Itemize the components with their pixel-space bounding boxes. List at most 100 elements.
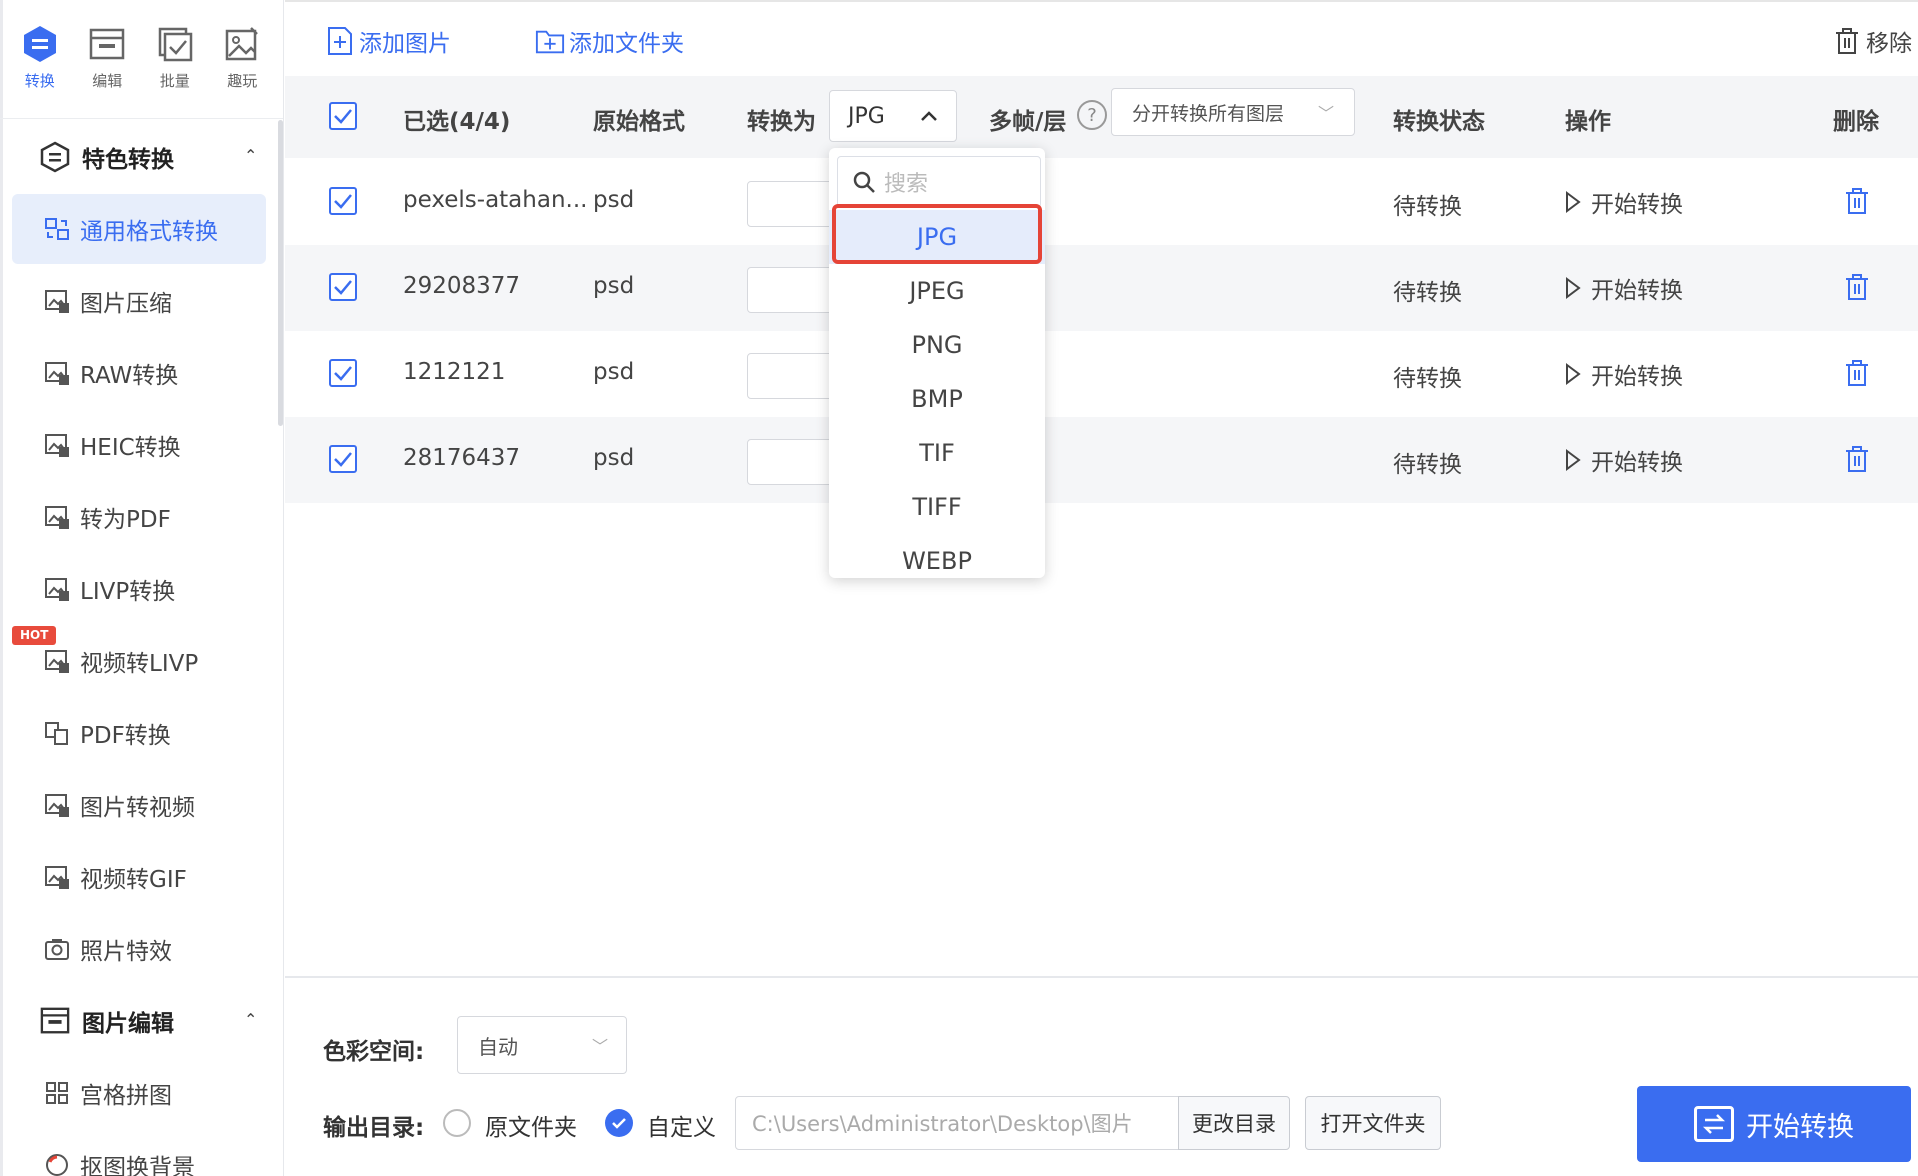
add-folder-icon	[535, 26, 565, 56]
row-start-label: 开始转换	[1591, 192, 1683, 218]
tab-edit[interactable]: 编辑	[74, 24, 142, 104]
open-folder-button[interactable]: 打开文件夹	[1305, 1096, 1441, 1150]
output-path-input[interactable]: C:\Users\Administrator\Desktop\图片	[735, 1096, 1181, 1150]
play-icon	[1565, 363, 1581, 385]
search-icon	[852, 170, 876, 194]
row-checkbox[interactable]	[329, 187, 357, 215]
batch-icon	[155, 24, 195, 64]
help-icon[interactable]: ?	[1077, 100, 1107, 130]
bottom-panel: 色彩空间: 自动 ﹀ 输出目录: 原文件夹 自定义 C:\Users\Admin…	[285, 976, 1918, 1176]
row-start-button[interactable]: 开始转换	[1565, 271, 1683, 305]
convert-all-icon	[1694, 1106, 1734, 1142]
add-image-label: 添加图片	[359, 31, 451, 57]
sidebar-item-grid-puzzle[interactable]: 宫格拼图	[12, 1058, 266, 1128]
row-delete-icon[interactable]	[1842, 185, 1872, 217]
dropdown-option-bmp[interactable]: BMP	[829, 372, 1045, 426]
tab-batch[interactable]: 批量	[141, 24, 209, 104]
header-multi-frame: 多帧/层	[989, 109, 1067, 135]
collapse-icon[interactable]: ⌃	[244, 146, 257, 165]
gif-icon	[44, 864, 70, 890]
pdf-convert-icon	[44, 720, 70, 746]
select-all-checkbox[interactable]	[329, 102, 357, 130]
radio-original-label: 原文件夹	[485, 1115, 577, 1141]
sidebar-item-compress[interactable]: 图片压缩	[12, 266, 266, 336]
format-icon	[44, 216, 70, 242]
row-status: 待转换	[1393, 280, 1462, 306]
row-status: 待转换	[1393, 194, 1462, 220]
row-status: 待转换	[1393, 452, 1462, 478]
dropdown-option-jpg[interactable]: JPG	[829, 210, 1045, 264]
sidebar-item-heic[interactable]: HEIC转换	[12, 410, 266, 480]
trash-icon	[1834, 27, 1860, 55]
row-format-select[interactable]	[747, 267, 837, 313]
row-start-label: 开始转换	[1591, 450, 1683, 476]
section-special-convert[interactable]: 特色转换	[40, 140, 174, 174]
radio-custom-folder[interactable]	[605, 1109, 633, 1137]
sidebar-item-to-pdf[interactable]: 转为PDF	[12, 482, 266, 552]
table-row: 28176437 psd 待转换 开始转换	[285, 417, 1918, 503]
dropdown-option-jpeg[interactable]: JPEG	[829, 264, 1045, 318]
sidebar-item-format-convert[interactable]: 通用格式转换	[12, 194, 266, 264]
sidebar-item-image-video[interactable]: 图片转视频	[12, 770, 266, 840]
row-format-select[interactable]	[747, 181, 837, 227]
sidebar-item-label: 照片特效	[80, 939, 172, 965]
row-start-button[interactable]: 开始转换	[1565, 357, 1683, 391]
change-dir-button[interactable]: 更改目录	[1178, 1096, 1290, 1150]
layer-mode-select[interactable]: 分开转换所有图层 ﹀	[1111, 88, 1355, 136]
row-format-select[interactable]	[747, 353, 837, 399]
dropdown-option-tiff[interactable]: TIFF	[829, 480, 1045, 534]
row-start-button[interactable]: 开始转换	[1565, 443, 1683, 477]
file-name: 29208377	[403, 273, 521, 299]
row-checkbox[interactable]	[329, 445, 357, 473]
row-delete-icon[interactable]	[1842, 443, 1872, 475]
sidebar-item-label: 宫格拼图	[80, 1083, 172, 1109]
radio-original-folder[interactable]	[443, 1109, 471, 1137]
sidebar-item-label: PDF转换	[80, 723, 171, 749]
edit-icon	[87, 24, 127, 64]
tab-fun[interactable]: 趣玩	[209, 24, 277, 104]
cutout-icon	[44, 1152, 70, 1176]
dropdown-option-webp[interactable]: WEBP	[829, 534, 1045, 578]
row-delete-icon[interactable]	[1842, 271, 1872, 303]
collapse-icon[interactable]: ⌃	[244, 1010, 257, 1029]
raw-icon	[44, 360, 70, 386]
sidebar-item-video-gif[interactable]: 视频转GIF	[12, 842, 266, 912]
special-convert-icon	[40, 141, 70, 173]
convert-format-select[interactable]: JPG	[829, 90, 957, 142]
video-livp-icon	[44, 648, 70, 674]
sidebar-item-livp[interactable]: LIVP转换	[12, 554, 266, 624]
tab-edit-label: 编辑	[92, 72, 123, 90]
row-format-select[interactable]	[747, 439, 837, 485]
tab-convert[interactable]: 转换	[6, 24, 74, 104]
table-header: 已选(4/4) 原始格式 转换为 JPG 多帧/层 ? 分开转换所有图层 ﹀ 转…	[285, 76, 1918, 158]
row-checkbox[interactable]	[329, 359, 357, 387]
image-edit-icon	[40, 1006, 70, 1036]
add-folder-button[interactable]: 添加文件夹	[535, 24, 684, 58]
remove-label: 移除	[1866, 31, 1912, 57]
play-icon	[1565, 277, 1581, 299]
file-name: 28176437	[403, 445, 521, 471]
convert-icon	[20, 24, 60, 64]
remove-button[interactable]: 移除	[1834, 24, 1912, 58]
sidebar-item-cutout[interactable]: 抠图换背景	[12, 1130, 266, 1176]
row-delete-icon[interactable]	[1842, 357, 1872, 389]
sidebar-item-pdf-convert[interactable]: PDF转换	[12, 698, 266, 768]
sidebar-item-raw[interactable]: RAW转换	[12, 338, 266, 408]
sidebar-scrollbar[interactable]	[278, 120, 283, 426]
grid-icon	[44, 1080, 70, 1106]
section-image-edit[interactable]: 图片编辑	[40, 1004, 174, 1038]
dropdown-search-input[interactable]: 搜索	[837, 156, 1041, 208]
file-format: psd	[593, 187, 635, 213]
add-image-button[interactable]: 添加图片	[325, 24, 451, 58]
livp-icon	[44, 576, 70, 602]
header-selected: 已选(4/4)	[403, 109, 511, 135]
dropdown-option-tif[interactable]: TIF	[829, 426, 1045, 480]
row-checkbox[interactable]	[329, 273, 357, 301]
color-space-select[interactable]: 自动 ﹀	[457, 1016, 627, 1074]
start-convert-button[interactable]: 开始转换	[1637, 1086, 1911, 1162]
sidebar-item-label: 视频转LIVP	[80, 651, 199, 677]
sidebar-item-video-livp[interactable]: 视频转LIVP	[12, 626, 266, 696]
sidebar-item-photo-effects[interactable]: 照片特效	[12, 914, 266, 984]
dropdown-option-png[interactable]: PNG	[829, 318, 1045, 372]
row-start-button[interactable]: 开始转换	[1565, 185, 1683, 219]
